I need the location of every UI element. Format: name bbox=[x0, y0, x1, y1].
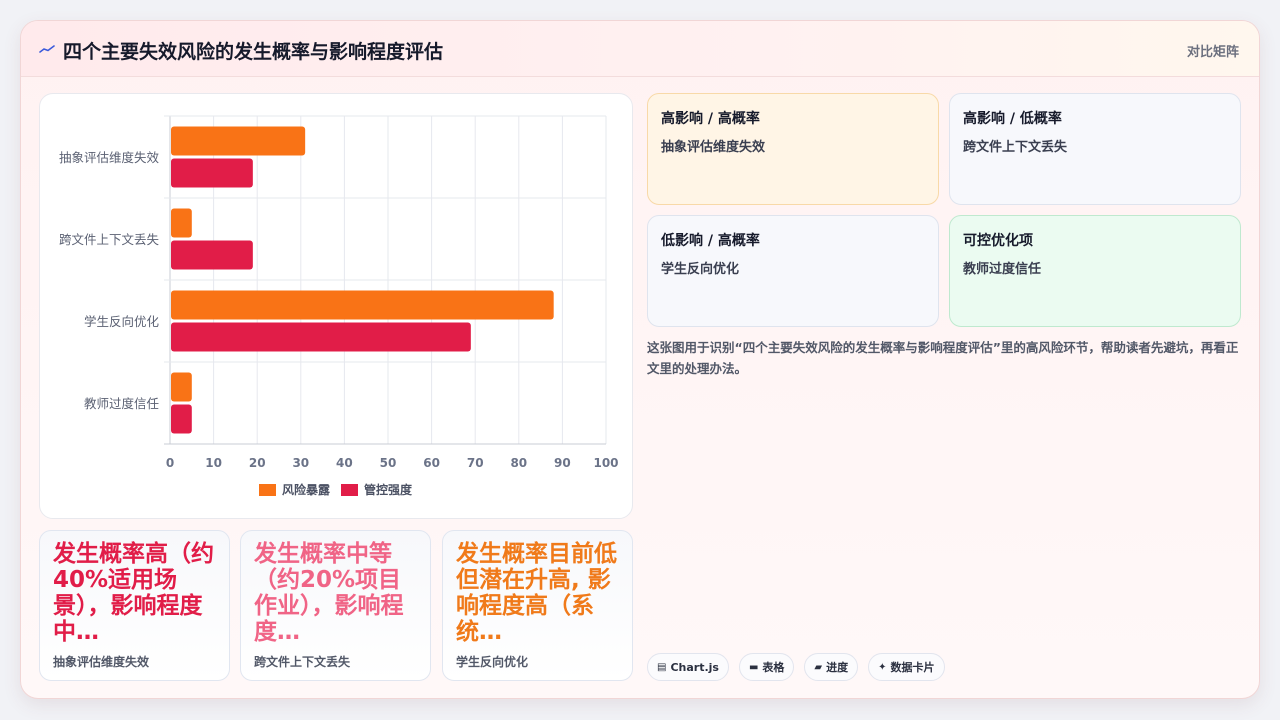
kpi-value: 发生概率中等（约20%项目作业），影响程度… bbox=[254, 541, 404, 645]
x-tick-label: 90 bbox=[554, 456, 571, 470]
x-tick-label: 20 bbox=[249, 456, 266, 470]
chip-label: 表格 bbox=[762, 661, 785, 674]
y-category-label: 学生反向优化 bbox=[84, 314, 160, 329]
bar-exposure bbox=[171, 126, 306, 156]
quadrant-item: 抽象评估维度失效 bbox=[661, 140, 766, 155]
bar-control bbox=[171, 158, 253, 188]
x-tick-label: 0 bbox=[166, 456, 174, 470]
x-tick-label: 80 bbox=[510, 456, 527, 470]
quadrant-item: 学生反向优化 bbox=[661, 262, 740, 277]
kpi-card-2: 发生概率中等（约20%项目作业），影响程度… 跨文件上下文丢失 bbox=[240, 530, 431, 681]
quadrant-title: 高影响 / 高概率 bbox=[661, 111, 760, 127]
y-category-label: 跨文件上下文丢失 bbox=[59, 232, 160, 247]
bar-exposure bbox=[171, 208, 192, 238]
legend-label: 管控强度 bbox=[364, 482, 413, 497]
x-tick-label: 30 bbox=[292, 456, 309, 470]
x-tick-label: 60 bbox=[423, 456, 440, 470]
quadrant-low-impact-high-prob: 低影响 / 高概率 学生反向优化 bbox=[647, 215, 939, 327]
sparkle-icon: ✦ bbox=[878, 661, 887, 673]
quadrant-item: 跨文件上下文丢失 bbox=[963, 140, 1068, 155]
risk-assessment-card: 四个主要失效风险的发生概率与影响程度评估 对比矩阵 0 10 20 30 40 50 60 7… bbox=[20, 20, 1260, 699]
chip-data-card[interactable]: ✦ 数据卡片 bbox=[868, 653, 945, 681]
card-header: 四个主要失效风险的发生概率与影响程度评估 对比矩阵 bbox=[21, 21, 1259, 77]
compare-matrix-link[interactable]: 对比矩阵 bbox=[1187, 41, 1239, 60]
y-category-label: 教师过度信任 bbox=[84, 396, 159, 411]
x-tick-label: 70 bbox=[467, 456, 484, 470]
quadrant-high-impact-high-prob: 高影响 / 高概率 抽象评估维度失效 bbox=[647, 93, 939, 205]
x-tick-label: 100 bbox=[593, 456, 618, 470]
bar-control bbox=[171, 404, 192, 434]
bar-chart: 0 10 20 30 40 50 60 70 80 90 100 抽象评估维度失效跨文件上下文丢失学生… bbox=[59, 115, 619, 497]
kpi-value: 发生概率目前低但潜在升高, 影响程度高（系统… bbox=[456, 541, 617, 645]
x-tick-label: 40 bbox=[336, 456, 353, 470]
quadrant-title: 可控优化项 bbox=[963, 233, 1033, 249]
bar-exposure bbox=[171, 372, 192, 402]
x-tick-label: 50 bbox=[380, 456, 397, 470]
legend-swatch bbox=[341, 484, 358, 496]
page-title: 四个主要失效风险的发生概率与影响程度评估 bbox=[63, 41, 444, 63]
kpi-label: 抽象评估维度失效 bbox=[53, 655, 150, 669]
chip-label: 数据卡片 bbox=[890, 661, 935, 674]
quadrant-high-impact-low-prob: 高影响 / 低概率 跨文件上下文丢失 bbox=[949, 93, 1241, 205]
quadrant-title: 高影响 / 低概率 bbox=[963, 111, 1062, 127]
bar-chart-panel: 0 10 20 30 40 50 60 70 80 90 100 抽象评估维度失效 跨文件上下文丢失学生… bbox=[39, 93, 633, 519]
legend-swatch bbox=[259, 484, 276, 496]
chip-label: 进度 bbox=[826, 661, 849, 674]
y-category-label: 抽象评估维度失效 bbox=[59, 150, 160, 165]
progress-icon: ▰ bbox=[814, 661, 823, 673]
table-icon: ▬ bbox=[748, 661, 759, 673]
tag-chips: ▤ Chart.js ▬ 表格 ▰ 进度 ✦ 数据卡片 bbox=[647, 653, 945, 681]
quadrant-item: 教师过度信任 bbox=[963, 262, 1042, 277]
trend-line-icon bbox=[39, 45, 55, 53]
chip-chartjs[interactable]: ▤ Chart.js bbox=[647, 653, 729, 681]
quadrant-controllable: 可控优化项 教师过度信任 bbox=[949, 215, 1241, 327]
x-tick-label: 10 bbox=[205, 456, 222, 470]
chip-label: Chart.js bbox=[670, 660, 719, 674]
quadrant-title: 低影响 / 高概率 bbox=[661, 233, 760, 249]
chip-table[interactable]: ▬ 表格 bbox=[738, 653, 795, 681]
chip-progress[interactable]: ▰ 进度 bbox=[804, 653, 859, 681]
bar-control bbox=[171, 322, 471, 352]
kpi-card-1: 发生概率高（约40%适用场景），影响程度中… 抽象评估维度失效 bbox=[39, 530, 230, 681]
kpi-card-3: 发生概率目前低但潜在升高, 影响程度高（系统… 学生反向优化 bbox=[442, 530, 633, 681]
kpi-value: 发生概率高（约40%适用场景），影响程度中… bbox=[53, 541, 214, 645]
chart-icon: ▤ bbox=[657, 661, 667, 673]
kpi-label: 学生反向优化 bbox=[456, 655, 529, 669]
legend-label: 风险暴露 bbox=[282, 482, 331, 497]
bar-exposure bbox=[171, 290, 554, 320]
bar-control bbox=[171, 240, 253, 270]
kpi-label: 跨文件上下文丢失 bbox=[254, 655, 351, 669]
chart-description: 这张图用于识别“四个主要失效风险的发生概率与影响程度评估”里的高风险环节，帮助读… bbox=[647, 340, 1239, 376]
